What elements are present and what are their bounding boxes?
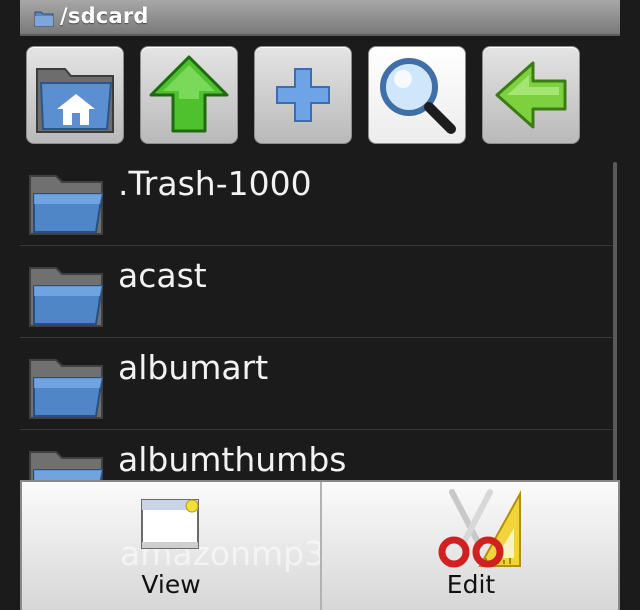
home-folder-icon bbox=[36, 68, 114, 133]
scrollbar[interactable] bbox=[613, 162, 617, 492]
folder-icon bbox=[29, 359, 104, 419]
options-menu: amazonmp3 View Edit bbox=[20, 480, 620, 610]
plus-icon bbox=[276, 68, 330, 122]
edit-menu-label: Edit bbox=[446, 570, 496, 599]
list-item[interactable]: albumart bbox=[20, 338, 612, 430]
file-name: .Trash-1000 bbox=[118, 164, 312, 203]
list-item[interactable]: .Trash-1000 bbox=[20, 154, 612, 246]
toolbar bbox=[26, 46, 586, 148]
window-icon bbox=[141, 499, 199, 549]
list-item[interactable]: acast bbox=[20, 246, 612, 338]
folder-icon bbox=[29, 175, 104, 235]
current-path: /sdcard bbox=[60, 4, 149, 28]
magnifier-icon bbox=[380, 58, 456, 134]
arrow-up-icon bbox=[149, 55, 229, 133]
new-folder-button[interactable] bbox=[254, 46, 352, 144]
back-button[interactable] bbox=[482, 46, 580, 144]
file-name: acast bbox=[118, 256, 207, 295]
file-name: albumthumbs bbox=[118, 440, 347, 479]
view-menu-item[interactable]: View bbox=[22, 482, 320, 610]
screen: /sdcard .Trash-1000 acast albumart album… bbox=[0, 0, 640, 610]
home-button[interactable] bbox=[26, 46, 124, 144]
view-menu-label: View bbox=[141, 570, 201, 599]
file-list[interactable]: .Trash-1000 acast albumart albumthumbs bbox=[20, 154, 616, 522]
folder-icon bbox=[29, 267, 104, 327]
folder-icon bbox=[34, 11, 54, 27]
scissors-ruler-icon bbox=[438, 489, 521, 568]
up-button[interactable] bbox=[140, 46, 238, 144]
title-bar: /sdcard bbox=[20, 0, 620, 36]
arrow-left-icon bbox=[495, 61, 567, 129]
edit-menu-item[interactable]: Edit bbox=[322, 482, 620, 610]
file-name: albumart bbox=[118, 348, 269, 387]
search-button[interactable] bbox=[368, 46, 466, 144]
